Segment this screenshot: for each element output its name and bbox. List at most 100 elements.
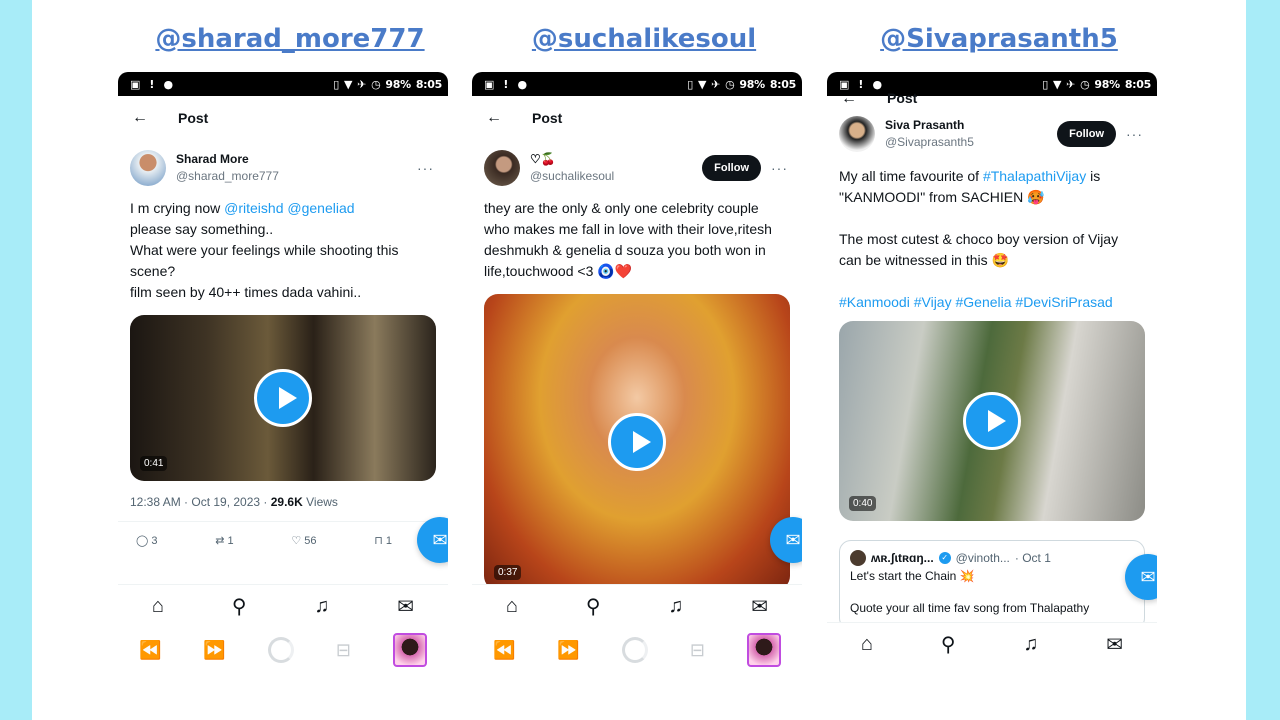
bell-icon[interactable]: ♫ (1023, 633, 1038, 656)
video-duration: 0:37 (494, 565, 522, 580)
like-count: 56 (304, 535, 317, 547)
hashtag-link[interactable]: #ThalapathiVijay (983, 168, 1086, 184)
play-icon[interactable] (254, 369, 312, 427)
home-icon[interactable]: ⌂ (506, 595, 518, 618)
vibrate-icon: ▯ (1042, 77, 1048, 91)
timestamp: 12:38 AM · Oct 19, 2023 · (130, 495, 271, 509)
post-author[interactable]: Sharad More @sharad_more777 ··· (118, 140, 448, 190)
post-text: I m crying now @riteishd @geneliad pleas… (118, 190, 448, 303)
reply-button[interactable]: ◯ 3 (136, 534, 158, 547)
text-line: My all time favourite of (839, 168, 983, 184)
text-line: The most cutest & choco boy version of V… (839, 231, 1119, 268)
alert-icon: ! (858, 77, 864, 91)
fast-forward-icon[interactable]: ⏩ (203, 640, 225, 661)
post-meta: 12:38 AM · Oct 19, 2023 · 29.6K Views (118, 481, 448, 509)
bottom-nav: ⌂ ⚲ ♫ ✉ (827, 622, 1157, 666)
home-icon[interactable]: ⌂ (861, 633, 873, 656)
bookmark-button[interactable]: ⊓ 1 (374, 534, 392, 547)
app-icon: ● (872, 77, 883, 91)
wifi-icon: ▼ (1052, 77, 1062, 91)
clock: 8:05 (769, 77, 796, 91)
bottom-nav: ⌂ ⚲ ♫ ✉ (472, 584, 802, 628)
more-horizontal-icon[interactable]: ··· (771, 160, 788, 176)
repost-button[interactable]: ⇄ 1 (215, 534, 233, 547)
play-icon[interactable] (963, 392, 1021, 450)
repost-icon: ⇄ (215, 535, 225, 547)
alert-icon: ! (149, 77, 155, 91)
display-name[interactable]: Sharad More (176, 151, 417, 168)
like-button[interactable]: ♡ 56 (291, 534, 316, 547)
media-control-bar: ⏪ ⏩ ⊟ (472, 628, 802, 672)
video-player[interactable]: 0:40 (839, 321, 1145, 521)
mail-icon[interactable]: ✉ (751, 594, 768, 619)
video-player[interactable]: 0:37 (484, 294, 790, 590)
hashtag-links[interactable]: #Kanmoodi #Vijay #Genelia #DeviSriPrasad (839, 292, 1143, 313)
quoted-post[interactable]: ʍʀ.ʃɩtʀɑŋ... ✓ @vinoth... · Oct 1 Let's … (839, 540, 1145, 630)
search-icon[interactable]: ⚲ (941, 632, 956, 657)
arrow-left-icon[interactable]: ← (841, 90, 857, 108)
mention-link[interactable]: @riteishd @geneliad (224, 200, 354, 216)
alarm-icon: ◷ (725, 77, 735, 91)
views-label: Views (302, 495, 338, 509)
alert-icon: ! (503, 77, 509, 91)
repost-count: 1 (227, 535, 234, 547)
handle-title-1: @sharad_more777 (155, 24, 425, 54)
airplane-icon: ✈ (711, 77, 721, 91)
search-icon[interactable]: ⚲ (586, 594, 601, 619)
quote-text-line: Let's start the Chain 💥 (850, 569, 975, 583)
loading-icon (621, 637, 648, 663)
post-text: they are the only & only one celebrity c… (484, 200, 772, 279)
play-icon[interactable] (608, 413, 666, 471)
arrow-left-icon[interactable]: ← (486, 109, 502, 127)
wifi-icon: ▼ (343, 77, 353, 91)
handle-title-3: @Sivaprasanth5 (880, 24, 1118, 54)
quote-text-line: Quote your all time fav song from Thalap… (850, 601, 1090, 615)
post-author[interactable]: ♡🍒 @suchalikesoul Follow ··· (472, 140, 802, 190)
display-name[interactable]: ♡🍒 (530, 151, 702, 168)
avatar[interactable] (130, 150, 166, 186)
quote-date: · Oct 1 (1014, 551, 1051, 565)
airplane-icon: ✈ (357, 77, 367, 91)
airplane-icon: ✈ (1066, 77, 1076, 91)
bell-icon[interactable]: ♫ (668, 595, 683, 618)
now-playing-thumbnail[interactable] (746, 633, 781, 667)
battery-level: 98% (739, 77, 765, 91)
mail-icon[interactable]: ✉ (1106, 632, 1123, 657)
battery-level: 98% (1094, 77, 1120, 91)
search-icon[interactable]: ⚲ (232, 594, 247, 619)
action-bar: ◯ 3 ⇄ 1 ♡ 56 ⊓ 1 (118, 522, 448, 547)
username[interactable]: @suchalikesoul (530, 168, 702, 185)
post-author[interactable]: Siva Prasanth @Sivaprasanth5 Follow ··· (827, 108, 1157, 158)
follow-button[interactable]: Follow (702, 155, 761, 181)
arrow-left-icon[interactable]: ← (132, 109, 148, 127)
phone-screenshot-2: ▣! ● ▯ ▼ ✈ ◷ 98% 8:05 ← Post ♡🍒 @suchalikesoul… (472, 72, 802, 692)
status-bar: ▣! ● ▯ ▼ ✈ ◷ 98% 8:05 (118, 72, 448, 96)
phone-screenshot-1: ▣! ● ▯ ▼ ✈ ◷ 98% 8:05 ← Post Sharad More @shar… (118, 72, 448, 692)
app-icon: ● (163, 77, 174, 91)
cast-icon[interactable]: ⊟ (336, 640, 351, 661)
more-horizontal-icon[interactable]: ··· (417, 160, 434, 176)
video-player[interactable]: 0:41 (130, 315, 436, 481)
text-line: I m crying now (130, 200, 225, 216)
cast-icon[interactable]: ⊟ (690, 640, 705, 661)
follow-button[interactable]: Follow (1057, 121, 1116, 147)
fast-forward-icon[interactable]: ⏩ (557, 640, 579, 661)
quote-username: @vinoth... (955, 551, 1010, 565)
rewind-icon[interactable]: ⏪ (493, 640, 515, 661)
home-icon[interactable]: ⌂ (152, 595, 164, 618)
username[interactable]: @Sivaprasanth5 (885, 134, 1057, 151)
app-bar: ← Post (472, 96, 802, 140)
mail-icon[interactable]: ✉ (397, 594, 414, 619)
gallery-icon: ▣ (484, 77, 495, 91)
bell-icon[interactable]: ♫ (314, 595, 329, 618)
display-name[interactable]: Siva Prasanth (885, 117, 1057, 134)
more-horizontal-icon[interactable]: ··· (1126, 126, 1143, 142)
text-line: please say something.. (130, 221, 274, 237)
rewind-icon[interactable]: ⏪ (139, 640, 161, 661)
app-icon: ● (517, 77, 528, 91)
app-bar: ← Post (827, 90, 1157, 108)
username[interactable]: @sharad_more777 (176, 168, 417, 185)
avatar[interactable] (484, 150, 520, 186)
avatar[interactable] (839, 116, 875, 152)
now-playing-thumbnail[interactable] (392, 633, 427, 667)
